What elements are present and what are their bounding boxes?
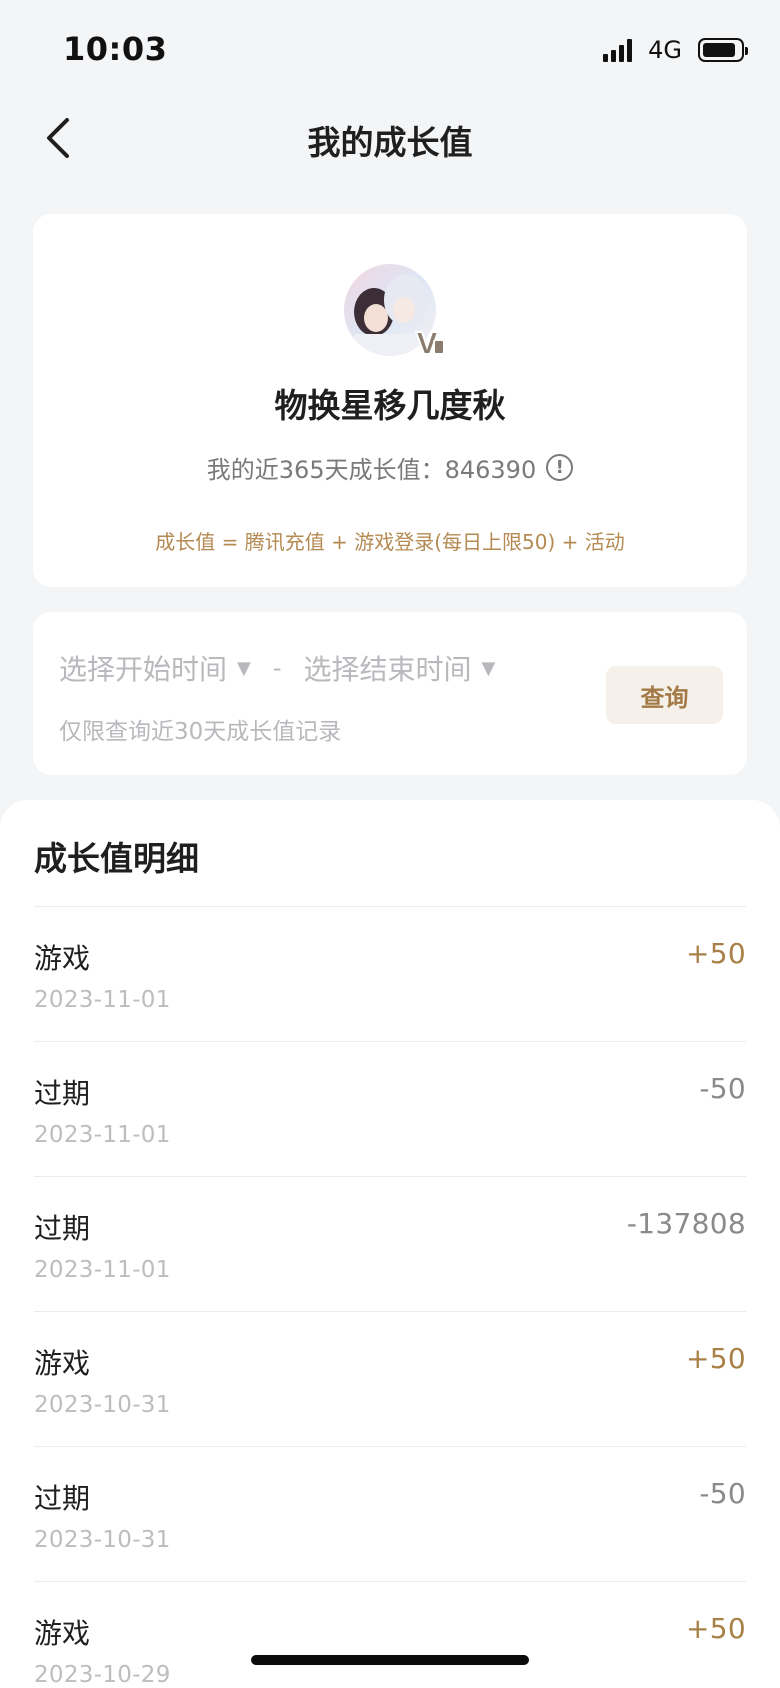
detail-row[interactable]: 游戏 2023-10-29 +50 [34,1581,746,1688]
caret-down-icon: ▼ [237,657,251,679]
info-circle-icon[interactable]: ! [546,454,574,481]
row-amount: -50 [699,1477,746,1510]
caret-down-icon: ▼ [481,657,496,679]
detail-row[interactable]: 过期 2023-11-01 -50 [34,1041,746,1176]
growth-label: 我的近365天成长值：846390 [206,456,537,484]
detail-title: 成长值明细 [34,839,199,878]
row-type: 游戏 [34,942,91,975]
row-type: 游戏 [34,1617,91,1650]
vip-badge-icon [414,331,445,355]
page-title: 我的成长值 [307,123,473,162]
end-date-label: 选择结束时间 [303,653,472,686]
network-type: 4G [648,36,682,64]
user-nickname: 物换星移几度秋 [274,386,506,425]
row-amount: -137808 [626,1207,746,1240]
query-card: 选择开始时间 ▼ - 选择结束时间 ▼ 仅限查询近30天成长值记录 查询 [33,612,747,775]
row-amount: +50 [686,937,746,970]
start-date-label: 选择开始时间 [59,653,228,686]
row-type: 过期 [34,1482,91,1515]
row-type: 过期 [34,1212,91,1245]
status-indicators: 4G [603,36,748,64]
row-date: 2023-10-31 [34,1527,171,1553]
status-bar: 10:03 4G [0,0,780,96]
detail-row[interactable]: 过期 2023-10-31 -50 [34,1446,746,1581]
detail-list: 游戏 2023-11-01 +50 过期 2023-11-01 -50 过期 2… [34,906,746,1688]
detail-row[interactable]: 过期 2023-11-01 -137808 [34,1176,746,1311]
battery-icon [698,38,748,62]
screen: 10:03 4G 我的成长值 物换星移几度秋 我的近365天成长值：846390… [0,0,780,1688]
row-date: 2023-10-31 [34,1392,171,1418]
detail-row[interactable]: 游戏 2023-11-01 +50 [34,906,746,1041]
query-hint: 仅限查询近30天成长值记录 [59,719,342,745]
row-date: 2023-11-01 [34,987,171,1013]
growth-summary: 我的近365天成长值：846390 ! [33,450,747,485]
query-button[interactable]: 查询 [606,666,723,724]
profile-card: 物换星移几度秋 我的近365天成长值：846390 ! 成长值 = 腾讯充值 +… [33,214,747,587]
date-separator: - [272,654,282,682]
detail-panel: 成长值明细 游戏 2023-11-01 +50 过期 2023-11-01 -5… [0,800,780,1688]
end-date-picker[interactable]: 选择结束时间 ▼ [304,648,496,688]
row-date: 2023-10-29 [34,1662,171,1688]
row-amount: +50 [686,1612,746,1645]
row-type: 游戏 [34,1347,91,1380]
row-amount: +50 [686,1342,746,1375]
row-date: 2023-11-01 [34,1257,171,1283]
row-amount: -50 [699,1072,746,1105]
nav-bar: 我的成长值 [0,96,780,180]
avatar[interactable] [344,264,445,356]
home-indicator[interactable] [251,1655,529,1665]
row-date: 2023-11-01 [34,1122,171,1148]
start-date-picker[interactable]: 选择开始时间 ▼ [59,648,251,688]
growth-value: 846390 [444,456,537,484]
status-time: 10:03 [63,30,168,68]
growth-formula: 成长值 = 腾讯充值 + 游戏登录(每日上限50) + 活动 [155,530,625,554]
date-range: 选择开始时间 ▼ - 选择结束时间 ▼ [59,648,495,688]
row-type: 过期 [34,1077,91,1110]
signal-icon [603,38,633,62]
detail-row[interactable]: 游戏 2023-10-31 +50 [34,1311,746,1446]
